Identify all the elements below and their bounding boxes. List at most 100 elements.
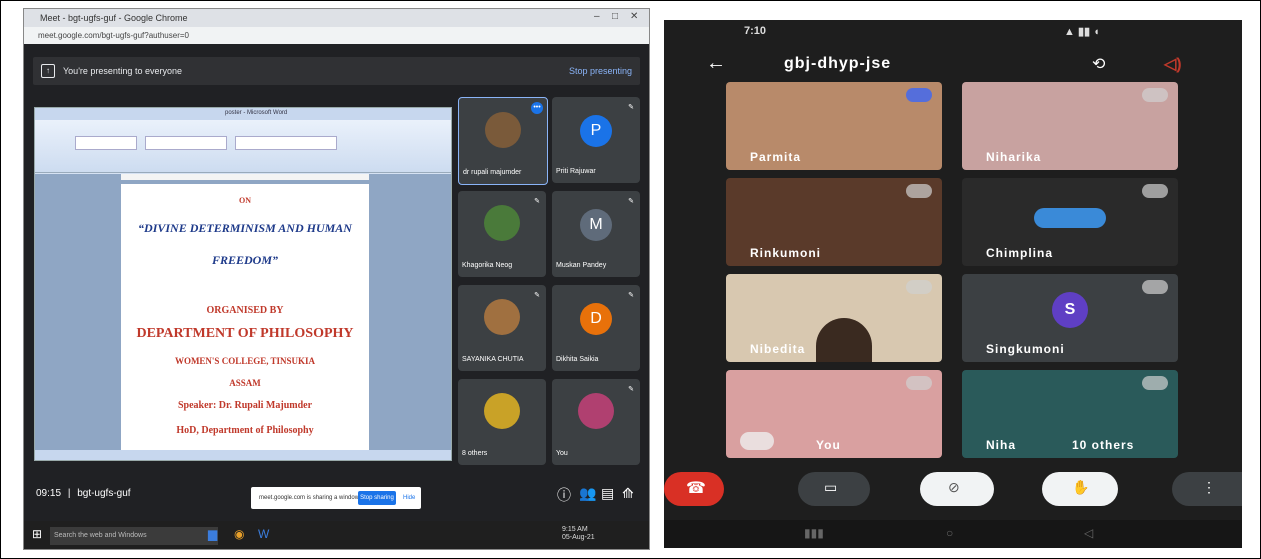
participant-photo <box>484 205 520 241</box>
doc-title-line1: “DIVINE DETERMINISM AND HUMAN <box>138 221 352 235</box>
address-bar[interactable]: meet.google.com/bgt-ugfs-guf?authuser=0 <box>24 27 649 44</box>
mic-off-icon: ✎ <box>628 104 634 111</box>
ruler <box>121 174 369 180</box>
phone-participant-tile[interactable]: You <box>726 370 942 458</box>
mic-off-icon: ✎ <box>628 198 634 205</box>
chat-icon[interactable]: ▤ <box>601 485 614 502</box>
phone-participant-name: Niha <box>986 438 1017 452</box>
mic-off-icon <box>1142 280 1168 294</box>
more-options-button[interactable]: ⋮ <box>1172 472 1242 506</box>
hide-button[interactable]: Hide <box>403 495 415 501</box>
participant-name: dr rupali majumder <box>463 169 522 176</box>
doc-state: ASSAM <box>229 378 261 388</box>
word-taskbar-icon[interactable]: W <box>258 527 269 541</box>
camera-toggle-button[interactable]: ▭ <box>798 472 870 506</box>
phone-participant-tile[interactable]: Chimplina <box>962 178 1178 266</box>
maximize-icon[interactable]: □ <box>612 11 618 22</box>
mic-off-icon <box>906 376 932 390</box>
doc-hod: HoD, Department of Philosophy <box>176 425 314 436</box>
participant-avatar: M <box>580 209 612 241</box>
more-vert-icon: ⋮ <box>1202 479 1216 495</box>
windows-start-icon[interactable]: ⊞ <box>32 527 42 541</box>
file-explorer-icon[interactable]: ▆ <box>208 527 217 541</box>
participant-photo <box>816 318 872 362</box>
participant-tile[interactable]: ✎ You <box>552 379 640 465</box>
taskbar-search-text: Search the web and Windows <box>54 532 147 539</box>
mic-off-icon <box>1142 184 1168 198</box>
chrome-icon[interactable]: ◉ <box>234 527 244 541</box>
participant-tile[interactable]: ••• dr rupali majumder <box>458 97 548 185</box>
people-icon[interactable]: 👥 <box>579 485 596 502</box>
participant-tile[interactable]: ✎ M Muskan Pandey <box>552 191 640 277</box>
mic-toggle-button[interactable]: ⊘ <box>920 472 994 506</box>
mic-off-icon <box>1142 88 1168 102</box>
doc-college: WOMEN'S COLLEGE, TINSUKIA <box>174 356 316 366</box>
home-icon[interactable]: ○ <box>946 526 953 540</box>
participant-tile[interactable]: 8 others <box>458 379 546 465</box>
participant-name: Muskan Pandey <box>556 262 607 269</box>
minimize-icon[interactable]: – <box>594 11 600 22</box>
participant-photo <box>1034 208 1106 228</box>
participant-avatar: D <box>580 303 612 335</box>
phone-participant-tile[interactable]: Parmita <box>726 82 942 170</box>
desktop-screen: Meet - bgt-ugfs-guf - Google Chrome – □ … <box>23 8 650 550</box>
browser-title-bar: Meet - bgt-ugfs-guf - Google Chrome – □ … <box>24 9 649 27</box>
info-icon[interactable]: ⓘ <box>557 485 571 505</box>
phone-meeting-code[interactable]: gbj-dhyp-jse <box>784 55 891 73</box>
participant-photo <box>485 112 521 148</box>
activities-icon[interactable]: ⟰ <box>622 485 634 502</box>
phone-participant-tile[interactable]: Niharika <box>962 82 1178 170</box>
phone-participant-name: Nibedita <box>750 342 806 356</box>
phone-participant-tile[interactable]: S Singkumoni <box>962 274 1178 362</box>
hand-icon: ✋ <box>1072 479 1090 495</box>
phone-participant-tile[interactable]: Nibedita <box>726 274 942 362</box>
styles-gallery[interactable] <box>235 136 337 150</box>
stop-presenting-button[interactable]: Stop presenting <box>569 66 632 76</box>
phone-participant-tile[interactable]: Rinkumoni <box>726 178 942 266</box>
meeting-code: bgt-ugfs-guf <box>77 488 131 499</box>
participant-tile[interactable]: ✎ D Dikhita Saikia <box>552 285 640 371</box>
font-box[interactable] <box>75 136 137 150</box>
phone-clock: 7:10 <box>744 25 767 37</box>
mic-off-icon: ⊘ <box>948 479 960 495</box>
others-label: 10 others <box>1072 438 1135 452</box>
stop-sharing-button[interactable]: Stop sharing <box>358 491 396 505</box>
mic-off-icon: ✎ <box>628 292 634 299</box>
recents-icon[interactable]: ▮▮▮ <box>804 526 824 540</box>
clock-date: 05-Aug-21 <box>562 534 595 541</box>
back-arrow-icon[interactable]: ← <box>706 52 726 75</box>
participant-tile[interactable]: ✎ SAYANIKA CHUTIA <box>458 285 546 371</box>
participant-photo <box>484 299 520 335</box>
speaker-icon[interactable]: ◁) <box>1164 54 1182 74</box>
mic-off-icon <box>906 280 932 294</box>
phone-screen: 7:10 ▲ ▮▮ ◖ ← gbj-dhyp-jse ⟲ ◁) Parmita … <box>664 20 1242 548</box>
android-nav-bar: ▮▮▮ ○ ◁ <box>664 520 1242 548</box>
word-ribbon[interactable] <box>35 120 451 173</box>
system-tray: 9:15 AM 05-Aug-21 <box>562 526 595 542</box>
participant-name: 8 others <box>462 450 488 457</box>
back-nav-icon[interactable]: ◁ <box>1084 526 1093 540</box>
paragraph-box[interactable] <box>145 136 227 150</box>
participant-avatar: P <box>580 115 612 147</box>
raise-hand-button[interactable]: ✋ <box>1042 472 1118 506</box>
participant-photo <box>578 393 614 429</box>
signal-icons: ▲ ▮▮ ◖ <box>1064 26 1100 38</box>
word-status-bar <box>35 450 451 460</box>
switch-camera-icon[interactable]: ⟲ <box>1092 54 1105 74</box>
participant-tile[interactable]: ✎ Khagorika Neog <box>458 191 546 277</box>
phone-participant-name: Niharika <box>986 150 1042 164</box>
end-call-button[interactable]: ☎ <box>664 472 724 506</box>
participant-tile[interactable]: ✎ P Priti Rajuwar <box>552 97 640 183</box>
presenting-banner: ↑ You're presenting to everyone Stop pre… <box>33 57 640 85</box>
taskbar-search[interactable]: Search the web and Windows <box>50 527 218 545</box>
phone-status-bar: 7:10 ▲ ▮▮ ◖ <box>664 20 1242 42</box>
phone-participant-name: Singkumoni <box>986 342 1065 356</box>
close-icon[interactable]: ✕ <box>630 11 638 22</box>
more-options-icon[interactable]: ••• <box>531 102 543 114</box>
phone-participant-tile[interactable]: Niha 10 others <box>962 370 1178 458</box>
url-text: meet.google.com/bgt-ugfs-guf?authuser=0 <box>38 31 189 40</box>
camera-icon: ▭ <box>824 479 838 495</box>
participant-name: Priti Rajuwar <box>556 168 596 175</box>
separator: | <box>67 488 71 499</box>
window-title: Meet - bgt-ugfs-guf - Google Chrome <box>40 13 188 23</box>
